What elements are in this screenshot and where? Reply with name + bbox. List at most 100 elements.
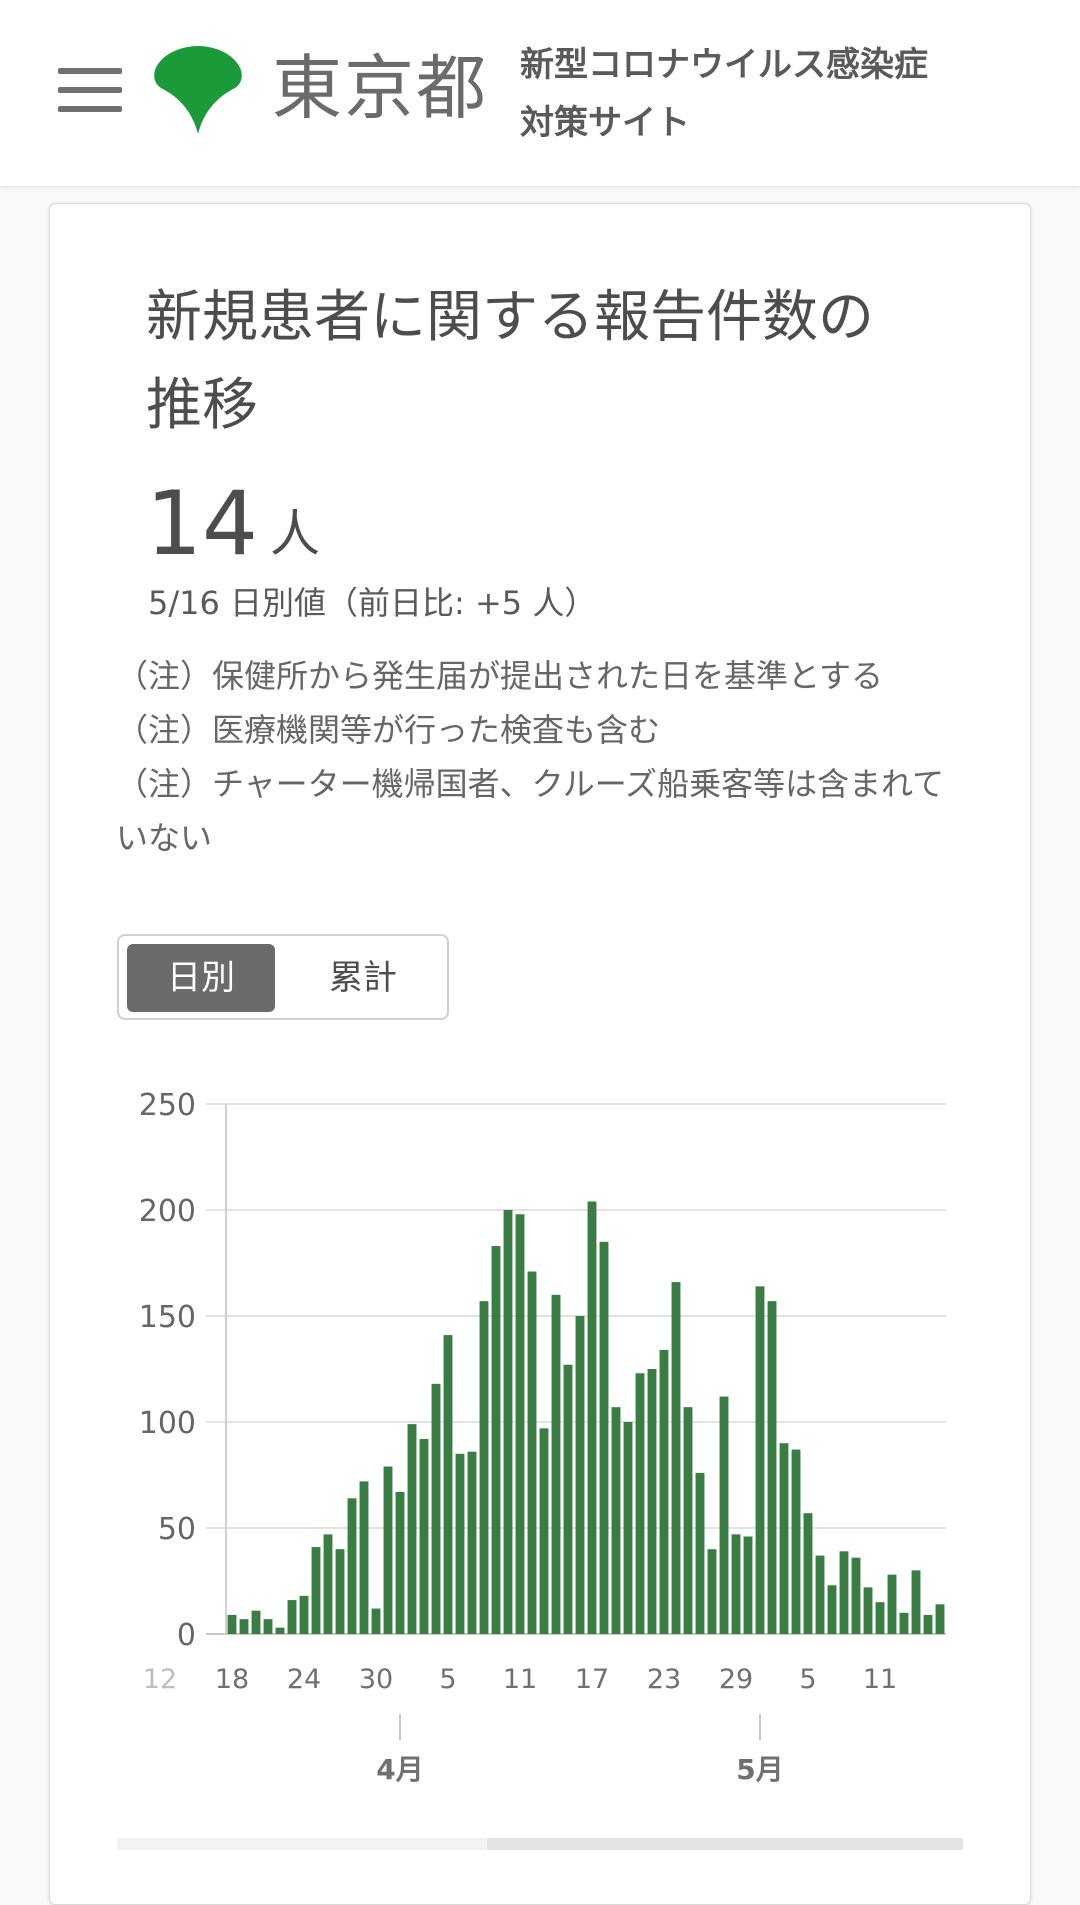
bar	[383, 1466, 393, 1634]
bar	[635, 1373, 645, 1634]
bar	[887, 1574, 897, 1634]
x-tick-label: 11	[863, 1664, 897, 1695]
tokyo-ginkgo-logo-icon[interactable]	[153, 46, 243, 134]
bar	[551, 1294, 561, 1634]
bar	[875, 1602, 885, 1634]
bar	[695, 1472, 705, 1634]
daily-value-date: 5/16 日別値（前日比: +5 人）	[148, 584, 597, 622]
hamburger-menu-icon[interactable]	[58, 68, 122, 112]
toggle-daily-button[interactable]: 日別	[127, 944, 275, 1012]
bar	[431, 1383, 441, 1634]
x-tick-label: 18	[215, 1664, 249, 1695]
bar	[479, 1301, 489, 1634]
bar	[575, 1316, 585, 1634]
y-tick-label: 200	[139, 1194, 196, 1229]
site-header: 東京都 新型コロナウイルス感染症 対策サイト	[0, 0, 1080, 186]
bar	[815, 1555, 825, 1634]
bar	[611, 1407, 621, 1634]
new-cases-card: 新規患者に関する報告件数の推移 14 人 5/16 日別値（前日比: +5 人）…	[49, 203, 1031, 1905]
note-item: （注）医療機関等が行った検査も含む	[116, 711, 661, 749]
x-tick-label: 12	[143, 1664, 177, 1695]
chart-scrollbar[interactable]	[117, 1838, 963, 1850]
x-tick-label: 5	[439, 1664, 456, 1695]
daily-value: 14	[146, 472, 258, 575]
site-title: 新型コロナウイルス感染症 対策サイト	[520, 36, 928, 152]
logo-text[interactable]: 東京都	[272, 46, 488, 130]
month-label: 5月	[736, 1753, 783, 1786]
notes: （注）保健所から発生届が提出された日を基準とする （注）医療機関等が行った検査も…	[116, 649, 966, 865]
bar	[311, 1547, 321, 1634]
bar	[767, 1301, 777, 1634]
bar	[599, 1241, 609, 1634]
bar	[923, 1614, 933, 1634]
bar	[719, 1396, 729, 1634]
bar	[563, 1364, 573, 1634]
bar	[371, 1608, 381, 1634]
bar	[779, 1443, 789, 1634]
data-type-toggle: 日別 累計	[117, 934, 449, 1020]
x-tick-label: 24	[287, 1664, 321, 1695]
bar	[227, 1614, 237, 1634]
bar	[335, 1549, 345, 1634]
bar	[755, 1286, 765, 1634]
bar	[455, 1453, 465, 1634]
x-tick-label: 29	[719, 1664, 753, 1695]
new-cases-bar-chart: 0 50 100 150 200 250 12 18 24 30 5 11 17 23 29 5 11 4月 5月	[139, 1088, 946, 1786]
site-title-line1: 新型コロナウイルス感染症	[520, 45, 928, 85]
bar	[791, 1449, 801, 1634]
bar	[587, 1201, 597, 1634]
x-tick-label: 30	[359, 1664, 393, 1695]
bar	[251, 1610, 261, 1634]
bar	[623, 1422, 633, 1634]
bar	[323, 1534, 333, 1634]
bar	[443, 1335, 453, 1634]
bar	[707, 1549, 717, 1634]
bar	[743, 1536, 753, 1634]
chart-scrollbar-thumb[interactable]	[487, 1838, 963, 1850]
y-tick-label: 150	[139, 1300, 196, 1335]
bar	[299, 1595, 309, 1634]
y-tick-label: 0	[177, 1618, 196, 1653]
y-tick-label: 50	[158, 1512, 196, 1547]
bar	[935, 1604, 945, 1634]
bar	[899, 1612, 909, 1634]
bar	[263, 1619, 273, 1634]
bar	[503, 1210, 513, 1634]
bar	[395, 1491, 405, 1634]
y-tick-label: 100	[139, 1406, 196, 1441]
bar	[827, 1585, 837, 1634]
bar	[839, 1551, 849, 1634]
daily-value-unit: 人	[270, 505, 320, 563]
bar	[683, 1407, 693, 1634]
bar	[911, 1570, 921, 1634]
bar	[659, 1349, 669, 1634]
toggle-cumulative-button[interactable]: 累計	[289, 944, 437, 1012]
x-tick-label: 17	[575, 1664, 609, 1695]
bar	[863, 1587, 873, 1634]
bar	[515, 1214, 525, 1634]
bar	[803, 1513, 813, 1634]
bar	[347, 1498, 357, 1634]
x-tick-label: 23	[647, 1664, 681, 1695]
bar	[491, 1246, 501, 1634]
bar	[275, 1627, 285, 1634]
y-tick-label: 250	[139, 1088, 196, 1123]
site-title-line2: 対策サイト	[520, 103, 690, 143]
bar	[527, 1271, 537, 1634]
bar	[287, 1600, 297, 1634]
bar	[731, 1534, 741, 1634]
bar	[419, 1438, 429, 1634]
bar	[851, 1557, 861, 1634]
x-tick-label: 11	[503, 1664, 537, 1695]
bar	[647, 1369, 657, 1634]
bar	[359, 1481, 369, 1634]
card-title: 新規患者に関する報告件数の推移	[146, 285, 874, 438]
bar	[407, 1424, 417, 1634]
note-item: （注）保健所から発生届が提出された日を基準とする	[116, 657, 884, 695]
note-item: （注）チャーター機帰国者、クルーズ船乗客等は含まれていない	[116, 765, 945, 857]
bar	[239, 1619, 249, 1634]
bar	[539, 1428, 549, 1634]
bar	[671, 1282, 681, 1634]
month-label: 4月	[376, 1753, 423, 1786]
x-tick-label: 5	[799, 1664, 816, 1695]
